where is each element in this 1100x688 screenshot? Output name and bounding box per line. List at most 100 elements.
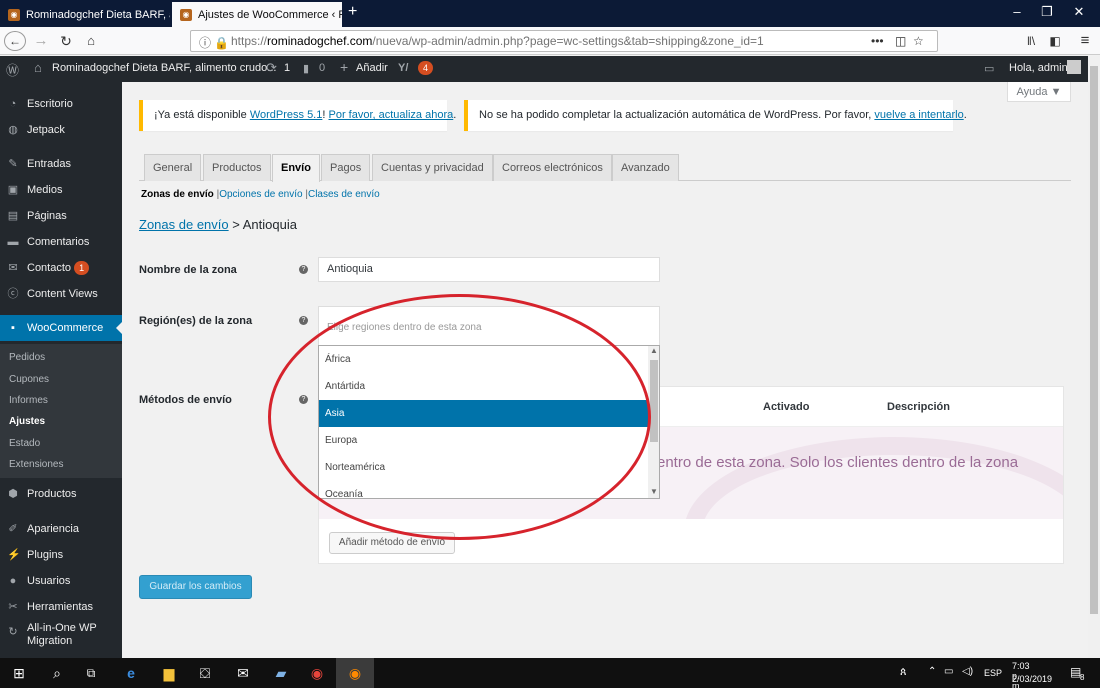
windows-start-icon[interactable]: ⊞ [0, 658, 38, 688]
sidebar-item-escritorio[interactable]: ◔ Escritorio [0, 91, 122, 117]
help-tip-icon[interactable]: ? [299, 265, 308, 274]
edge-icon[interactable]: e [112, 658, 150, 688]
sidebar-item-usuarios[interactable]: ● Usuarios [0, 568, 122, 594]
tab-cuentas-y-privacidad[interactable]: Cuentas y privacidad [372, 154, 493, 181]
page-actions-icon[interactable]: ••• [871, 31, 884, 51]
update-now-link[interactable]: Por favor, actualiza ahora [329, 109, 454, 121]
scroll-up-icon[interactable]: ▲ [650, 346, 658, 355]
tab-pagos[interactable]: Pagos [321, 154, 371, 181]
file-explorer-icon[interactable]: ▆ [150, 658, 188, 688]
breadcrumb-zones-link[interactable]: Zonas de envío [139, 217, 229, 232]
browser-tab-active[interactable]: ◉ Ajustes de WooCommerce ‹ Ro ✕ [172, 2, 342, 27]
search-icon[interactable]: ⌕ [38, 658, 76, 688]
help-tab-button[interactable]: Ayuda ▼ [1007, 82, 1071, 102]
scroll-down-icon[interactable]: ▼ [650, 487, 658, 496]
sidebar-item-herramientas[interactable]: ✂ Herramientas [0, 594, 122, 620]
comments-icon[interactable]: ▮ [303, 62, 309, 75]
sidebar-item-paginas[interactable]: ▤ Páginas [0, 203, 122, 229]
chrome-icon[interactable]: ◉ [298, 658, 336, 688]
minimize-icon[interactable]: – [1002, 4, 1032, 19]
sidebar-item-plugins[interactable]: ⚡ Plugins [0, 542, 122, 568]
yoast-icon[interactable]: Y/ [398, 62, 408, 74]
region-option-selected[interactable]: Asia [319, 400, 649, 427]
page-scrollbar[interactable] [1088, 56, 1100, 658]
wordpress-version-link[interactable]: WordPress 5.1 [250, 109, 323, 121]
submenu-informes[interactable]: Informes [0, 390, 122, 411]
wordpress-logo-icon[interactable]: Ⓦ [6, 60, 19, 79]
site-name-link[interactable]: Rominadogchef Dieta BARF, alimento crudo… [52, 62, 276, 74]
notes-app-icon[interactable]: ▰ [262, 658, 300, 688]
sidebar-toggle-icon[interactable]: ◧ [1044, 31, 1066, 51]
tab-avanzado[interactable]: Avanzado [612, 154, 679, 181]
sidebar-item-woocommerce[interactable]: ▪ WooCommerce [0, 315, 122, 341]
forward-icon[interactable]: → [30, 31, 52, 51]
save-changes-button[interactable]: Guardar los cambios [139, 575, 252, 599]
help-tip-icon[interactable]: ? [299, 316, 308, 325]
dropdown-scrollbar[interactable]: ▲ ▼ [648, 346, 659, 498]
sidebar-item-apariencia[interactable]: ✐ Apariencia [0, 516, 122, 542]
mail-app-icon[interactable]: ✉ [224, 658, 262, 688]
region-search-input[interactable]: Elige regiones dentro de esta zona [327, 322, 482, 333]
new-tab-icon[interactable]: + [348, 3, 357, 21]
new-content-link[interactable]: Añadir [356, 62, 388, 74]
bookmark-star-icon[interactable]: ☆ [913, 31, 924, 51]
sidebar-item-contacto[interactable]: ✉ Contacto 1 [0, 255, 122, 281]
close-window-icon[interactable]: ✕ [1064, 4, 1094, 20]
task-view-icon[interactable]: ⧉ [72, 658, 110, 688]
library-icon[interactable]: ‖\ [1020, 31, 1042, 51]
firefox-icon[interactable]: ◉ [336, 658, 374, 688]
back-icon[interactable]: ← [4, 31, 26, 51]
sidebar-item-jetpack[interactable]: ◍ Jetpack [0, 117, 122, 143]
dropdown-scroll-thumb[interactable] [650, 360, 658, 442]
subnav-zonas[interactable]: Zonas de envío [141, 189, 214, 200]
sidebar-item-all-in-one-wp-migration[interactable]: ↻ All-in-One WP Migration [0, 622, 122, 654]
hamburger-menu-icon[interactable]: ≡ [1074, 31, 1096, 51]
add-shipping-method-button[interactable]: Añadir método de envío [329, 532, 455, 554]
tab-productos[interactable]: Productos [203, 154, 271, 181]
updates-icon[interactable]: ⟳ [266, 60, 277, 76]
pocket-icon[interactable]: ◫ [895, 31, 906, 51]
clock-date[interactable]: 2/03/2019 [1012, 674, 1052, 684]
user-greeting[interactable]: Hola, admin [1009, 62, 1068, 74]
avatar[interactable] [1067, 60, 1081, 74]
people-icon[interactable]: ጰ [900, 666, 907, 679]
store-icon[interactable]: ⛋ [186, 658, 224, 688]
maximize-icon[interactable]: ❐ [1032, 4, 1062, 20]
help-tip-icon[interactable]: ? [299, 395, 308, 404]
home-icon[interactable]: ⌂ [80, 31, 102, 51]
reload-icon[interactable]: ↻ [55, 31, 77, 51]
tab-general[interactable]: General [144, 154, 202, 181]
language-indicator[interactable]: ESP [984, 668, 1002, 678]
updates-count[interactable]: 1 [284, 62, 290, 74]
region-option[interactable]: Antártida [319, 373, 649, 400]
tab-envio[interactable]: Envío [272, 154, 320, 182]
browser-tab[interactable]: ◉ Rominadogchef Dieta BARF, ali ✕ [0, 2, 170, 27]
zone-name-input[interactable]: Antioquia [318, 257, 660, 282]
region-option[interactable]: Norteamérica [319, 454, 649, 481]
sidebar-item-content-views[interactable]: ⓒ Content Views [0, 281, 122, 307]
comments-count[interactable]: 0 [319, 62, 325, 74]
volume-icon[interactable]: ◁) [962, 666, 973, 677]
region-option[interactable]: África [319, 346, 649, 373]
sidebar-item-entradas[interactable]: ✎ Entradas [0, 151, 122, 177]
sidebar-item-productos[interactable]: ⬢ Productos [0, 481, 122, 507]
subnav-opciones[interactable]: Opciones de envío [219, 189, 302, 200]
submenu-cupones[interactable]: Cupones [0, 369, 122, 390]
url-bar[interactable]: ⓘ 🔒 https://rominadogchef.com/nueva/wp-a… [190, 30, 938, 52]
submenu-estado[interactable]: Estado [0, 433, 122, 454]
subnav-clases[interactable]: Clases de envío [308, 189, 380, 200]
tab-correos-electronicos[interactable]: Correos electrónicos [493, 154, 612, 181]
submenu-ajustes[interactable]: Ajustes [0, 411, 122, 432]
region-option[interactable]: Europa [319, 427, 649, 454]
network-icon[interactable]: ▭ [944, 666, 953, 677]
page-scroll-thumb[interactable] [1090, 66, 1098, 614]
sidebar-item-comentarios[interactable]: ▬ Comentarios [0, 229, 122, 255]
region-option[interactable]: Oceanía [319, 481, 649, 498]
submenu-pedidos[interactable]: Pedidos [0, 347, 122, 368]
chevron-up-icon[interactable]: ⌃ [928, 666, 936, 677]
screen-icon[interactable]: ▭ [984, 62, 994, 75]
retry-link[interactable]: vuelve a intentarlo [874, 109, 963, 121]
sidebar-item-medios[interactable]: ▣ Medios [0, 177, 122, 203]
info-icon[interactable]: ⓘ [199, 33, 211, 53]
submenu-extensiones[interactable]: Extensiones [0, 454, 122, 475]
